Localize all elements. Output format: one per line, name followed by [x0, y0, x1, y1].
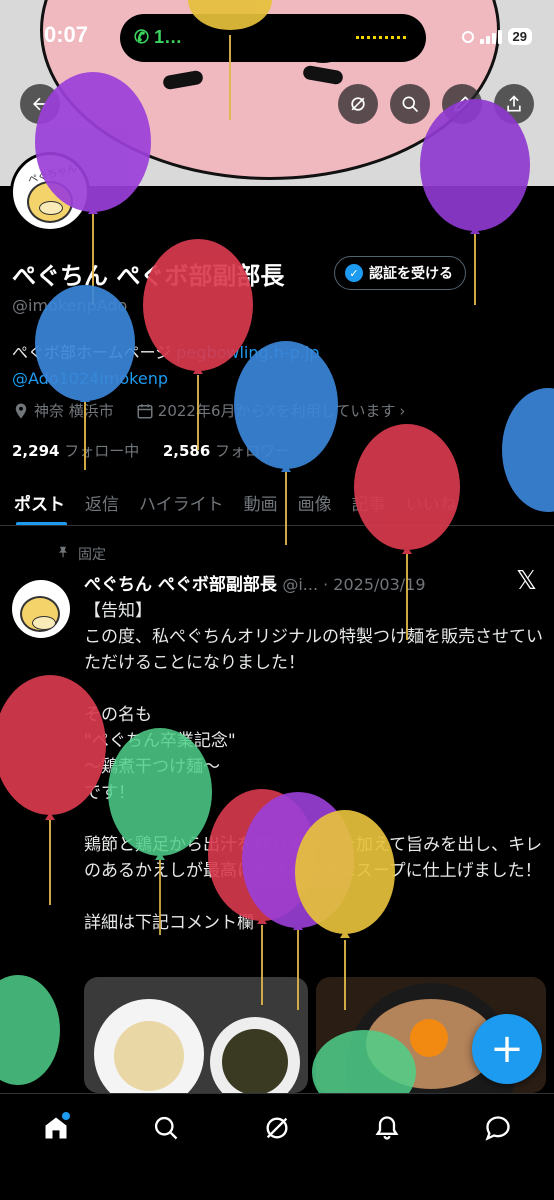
get-verified-label: 認証を受ける: [369, 266, 453, 282]
back-button[interactable]: [20, 84, 60, 124]
grok-icon: [351, 97, 365, 111]
status-bar: 0:07 ✆ 1… 29: [0, 0, 554, 70]
tab-replies[interactable]: 返信: [75, 478, 129, 525]
grok-icon: [266, 1117, 288, 1139]
pinned-label: 固定: [78, 547, 106, 563]
share-button[interactable]: [494, 84, 534, 124]
notification-dot: [62, 1112, 70, 1120]
dynamic-island[interactable]: ✆ 1…: [120, 14, 426, 62]
followers-link[interactable]: 2,586 フォロワー: [163, 442, 290, 460]
search-button[interactable]: [390, 84, 430, 124]
post-author-avatar[interactable]: [12, 580, 70, 638]
bio-website-link[interactable]: pegbowling.h-p.jp: [176, 343, 319, 362]
nav-search[interactable]: [146, 1108, 186, 1148]
following-link[interactable]: 2,294 フォロー中: [12, 442, 139, 460]
search-icon: [154, 1116, 178, 1140]
tab-articles[interactable]: 記事: [342, 478, 396, 525]
tab-highlights[interactable]: ハイライト: [129, 478, 234, 525]
x-logo-icon[interactable]: 𝕏: [516, 566, 537, 596]
tab-posts[interactable]: ポスト: [0, 478, 75, 525]
profile-bio: ぺぐボ部ホームページ pegbowling.h-p.jp @Ado1024imo…: [12, 340, 542, 392]
nav-messages[interactable]: [478, 1108, 518, 1148]
profile-tabs: ポスト 返信 ハイライト 動画 画像 記事 いいね: [0, 478, 554, 526]
pencil-icon: [454, 96, 470, 112]
profile-meta: 神奈 横浜市 2022年6月からXを利用しています ›: [12, 400, 405, 421]
nav-home[interactable]: [36, 1108, 76, 1148]
nav-notifications[interactable]: [367, 1108, 407, 1148]
pinned-indicator: 固定: [56, 544, 106, 564]
avatar-illustration: [27, 181, 73, 223]
get-verified-button[interactable]: ✓ 認証を受ける: [334, 256, 466, 290]
post-author-name[interactable]: ぺぐちん ぺぐボ部副部長: [84, 575, 277, 595]
followers-count: 2,586: [162, 442, 211, 460]
arrow-left-icon: [33, 97, 47, 111]
post-media-image[interactable]: [84, 977, 308, 1093]
tab-photos[interactable]: 画像: [288, 478, 342, 525]
edit-button[interactable]: [442, 84, 482, 124]
status-time: 0:07: [44, 22, 89, 47]
verified-badge-icon: ✓: [345, 264, 363, 282]
post-avatar-illustration: [20, 596, 60, 632]
balloon: [0, 975, 60, 1085]
profile-avatar[interactable]: ぺぐちゃん: [10, 152, 90, 232]
bell-icon: [375, 1116, 399, 1140]
banner-eye: [162, 69, 204, 91]
search-icon: [402, 96, 419, 113]
post-header: ぺぐちん ぺぐボ部副部長 @i... · 2025/03/19: [84, 570, 524, 595]
bio-mention-link[interactable]: @Ado1024imokenp: [12, 369, 168, 388]
share-icon: [507, 95, 521, 112]
following-label: フォロー中: [64, 442, 140, 460]
tab-videos[interactable]: 動画: [234, 478, 288, 525]
plus-icon: +: [490, 1026, 524, 1072]
status-icons: 29: [461, 28, 532, 45]
location-pin-icon: [15, 403, 27, 418]
chevron-right-icon: ›: [399, 401, 406, 420]
calendar-icon: [137, 403, 153, 418]
tab-likes[interactable]: いいね: [396, 478, 467, 525]
bio-text: ぺぐボ部ホームページ: [12, 343, 177, 362]
compose-post-button[interactable]: +: [472, 1014, 542, 1084]
audio-wave-icon: [356, 36, 406, 40]
followers-label: フォロワー: [215, 442, 291, 460]
follow-counts: 2,294 フォロー中 2,586 フォロワー: [12, 440, 290, 461]
nav-grok[interactable]: [257, 1108, 297, 1148]
recording-icon: [461, 30, 474, 43]
pin-icon: [58, 546, 68, 558]
profile-handle: @imokenpAdo: [12, 296, 128, 315]
signal-icon: [479, 29, 502, 44]
post-text: 【告知】 この度、私ぺぐちんオリジナルの特製つけ麺を販売させていただけることにな…: [84, 601, 543, 933]
chat-bubble-icon: [485, 1116, 510, 1141]
grok-button[interactable]: [338, 84, 378, 124]
profile-display-name: ぺぐちん ぺぐボ部副部長: [12, 262, 285, 290]
bottom-navigation: [0, 1093, 554, 1200]
profile-location: 神奈 横浜市: [34, 402, 114, 420]
call-indicator: ✆ 1…: [134, 27, 183, 47]
battery-icon: 29: [507, 28, 532, 45]
profile-joined-date[interactable]: 2022年6月からXを利用しています: [158, 400, 396, 421]
following-count: 2,294: [12, 442, 60, 460]
post-meta: @i... · 2025/03/19: [282, 575, 426, 594]
